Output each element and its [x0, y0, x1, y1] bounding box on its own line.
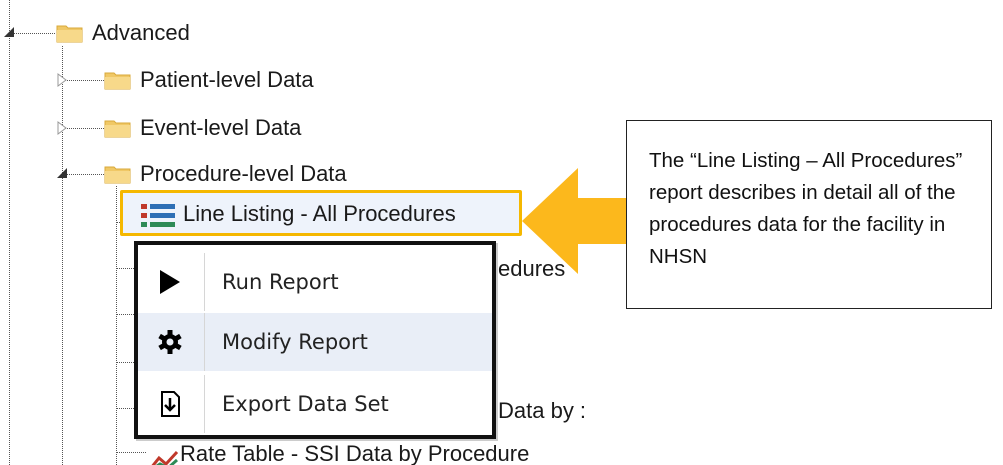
tree-item-partial-text: Data by :: [498, 398, 587, 423]
tree-node-label: Advanced: [92, 20, 190, 45]
tree-line: [116, 268, 134, 269]
callout-text-box: The “Line Listing – All Procedures” repo…: [626, 120, 992, 309]
chart-icon: [151, 450, 178, 465]
tree-line: [116, 314, 134, 315]
menu-separator: [204, 253, 205, 311]
collapse-toggle-icon[interactable]: [3, 26, 15, 38]
tree-line: [116, 408, 134, 409]
menu-separator: [204, 375, 205, 433]
menu-item-export-data-set[interactable]: Export Data Set: [138, 375, 492, 433]
tree-item-label: Line Listing - All Procedures: [183, 201, 456, 226]
callout-arrow: [522, 168, 626, 274]
tree-line: [116, 452, 146, 453]
play-icon: [160, 270, 180, 294]
tree-line: [116, 362, 134, 363]
tree-line: [9, 0, 10, 465]
collapse-toggle-icon[interactable]: [56, 167, 68, 179]
tree-item-line-listing-all-procedures[interactable]: Line Listing - All Procedures: [120, 190, 522, 236]
menu-item-label: Modify Report: [222, 330, 368, 354]
tree-item-label: Rate Table - SSI Data by Procedure: [180, 441, 530, 465]
tree-node-label: Patient-level Data: [140, 67, 314, 92]
folder-icon: [104, 72, 131, 90]
menu-item-label: Export Data Set: [222, 392, 389, 416]
line-listing-icon: [141, 204, 175, 227]
menu-item-modify-report[interactable]: Modify Report: [138, 313, 492, 371]
callout-text: The “Line Listing – All Procedures” repo…: [649, 149, 963, 268]
tree-line: [116, 186, 117, 465]
expand-toggle-icon[interactable]: [57, 73, 67, 87]
tree-line: [9, 33, 55, 34]
menu-item-label: Run Report: [222, 270, 339, 294]
export-icon: [161, 391, 180, 417]
folder-icon: [56, 25, 83, 43]
folder-icon: [104, 120, 131, 138]
menu-separator: [204, 313, 205, 371]
tree-item-rate-table[interactable]: Rate Table - SSI Data by Procedure: [146, 438, 536, 465]
folder-icon: [104, 166, 131, 184]
expand-toggle-icon[interactable]: [57, 121, 67, 135]
menu-item-run-report[interactable]: Run Report: [138, 253, 492, 311]
tree-line: [62, 46, 63, 465]
gear-icon: [158, 330, 182, 354]
context-menu: Run Report Modify Report Export Data Set: [134, 241, 496, 439]
tree-node-label: Procedure-level Data: [140, 161, 347, 186]
tree-node-label: Event-level Data: [140, 115, 302, 140]
